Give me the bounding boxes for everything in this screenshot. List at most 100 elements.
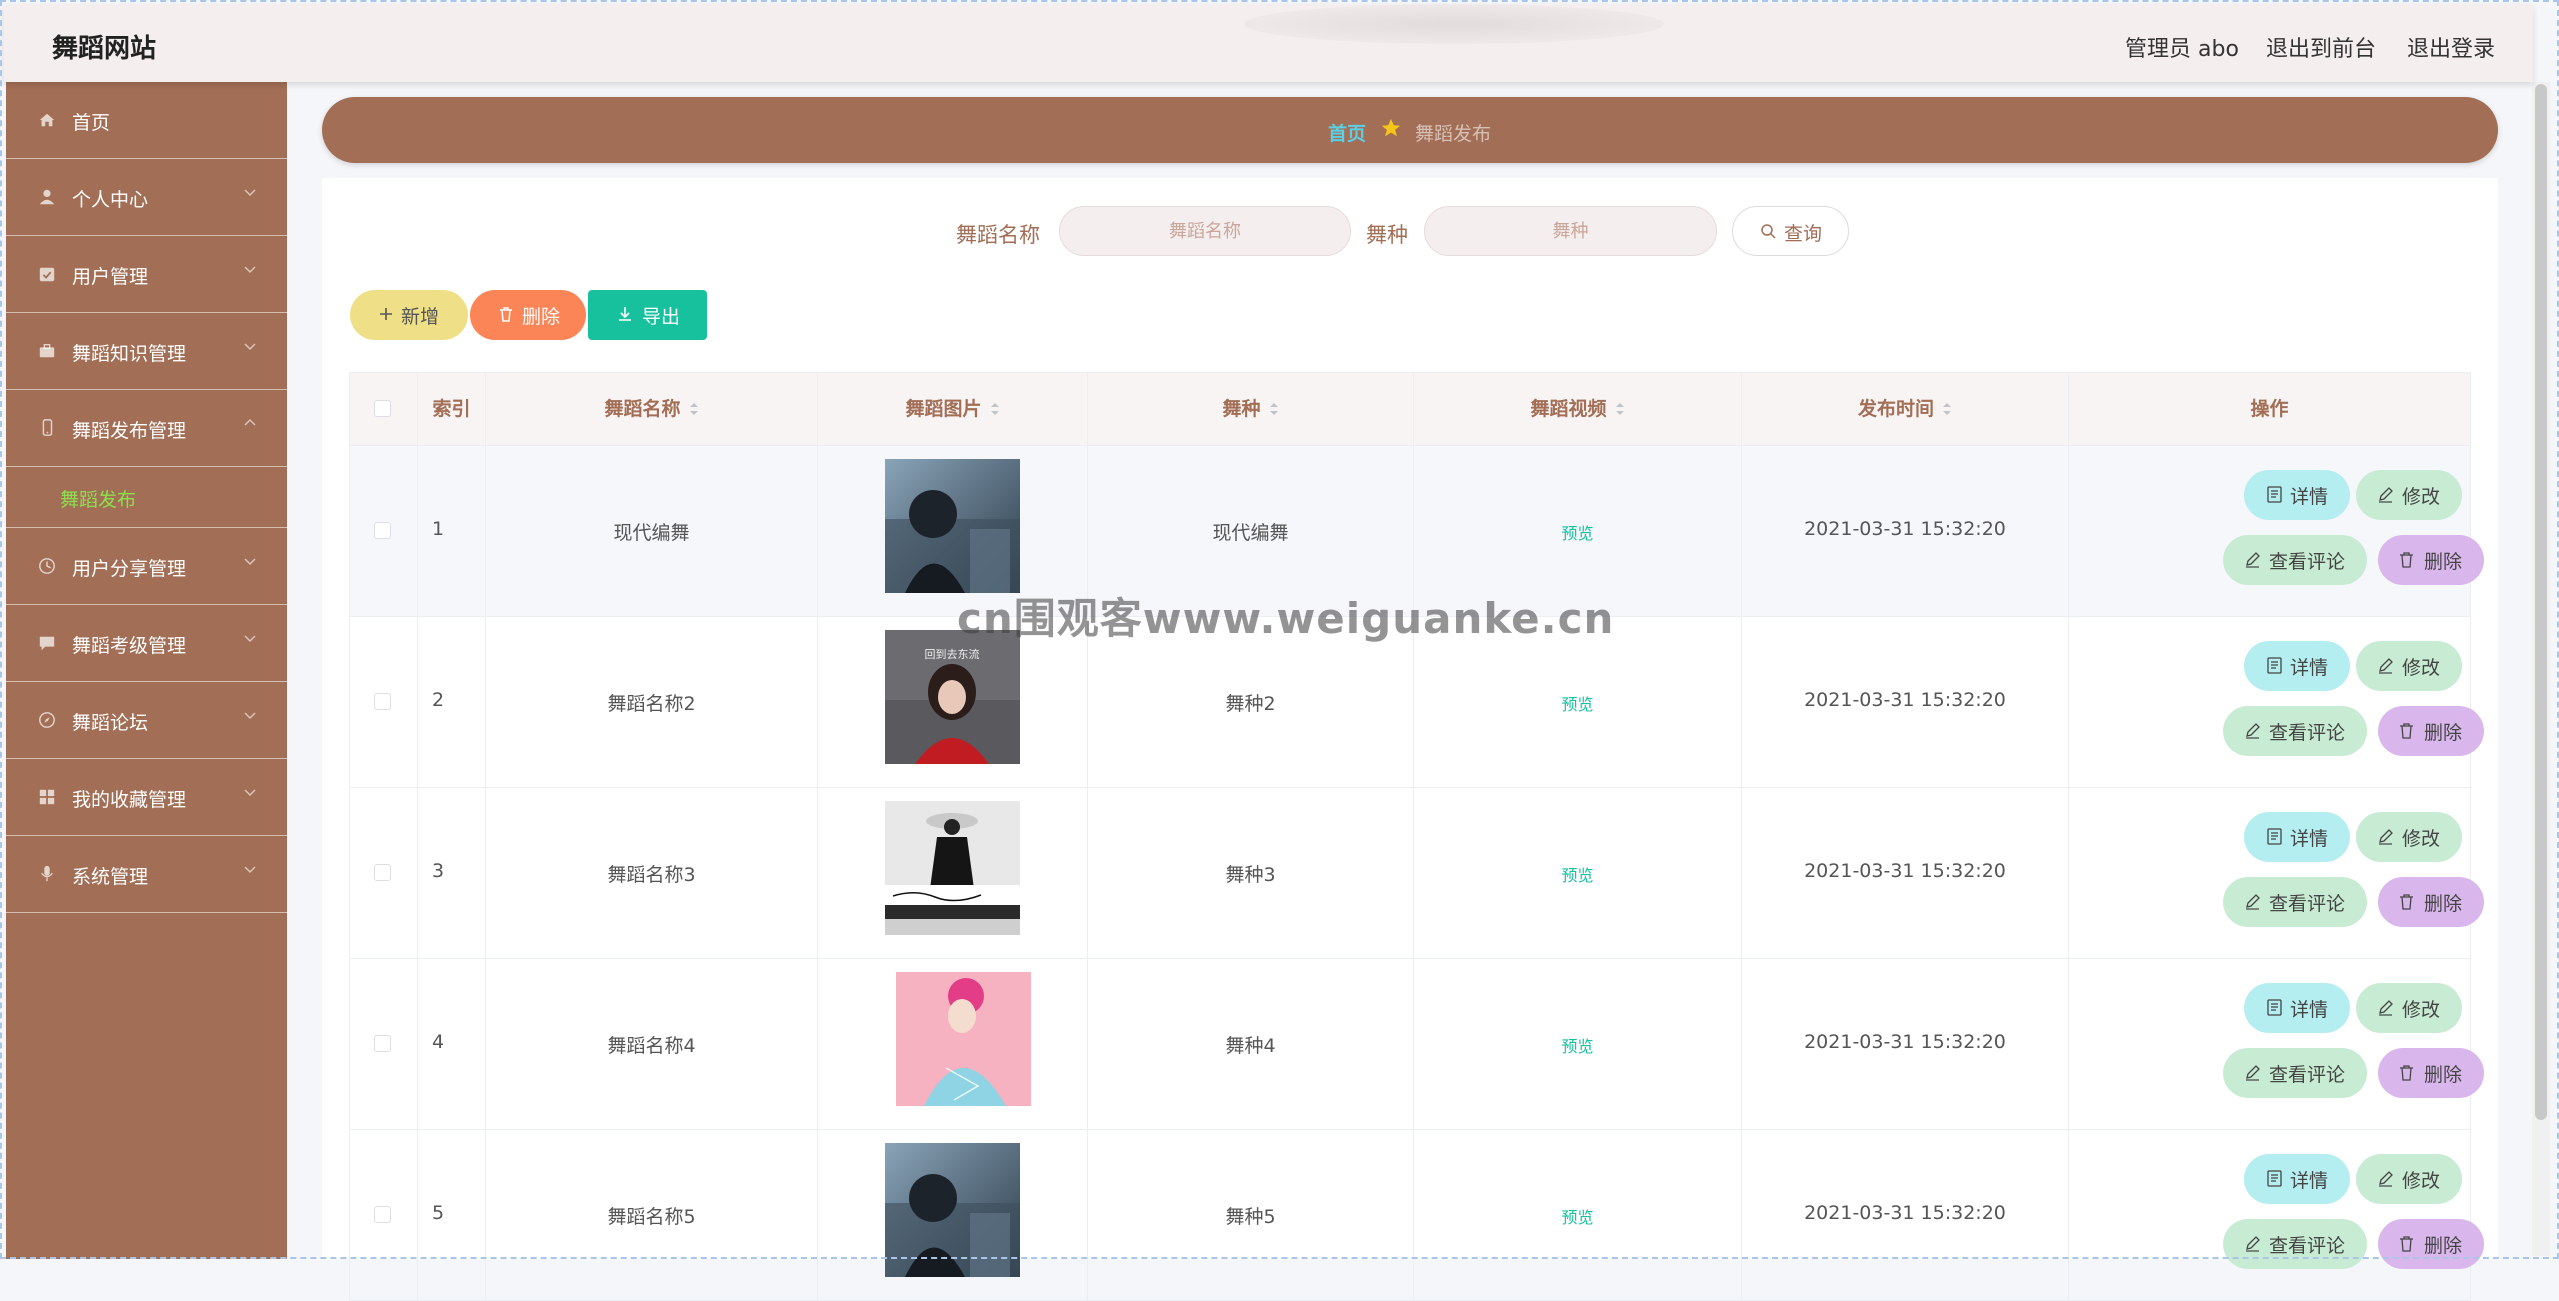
sidebar-item-label: 用户分享管理 [72,558,187,580]
dance-image[interactable] [885,801,1020,935]
breadcrumb-home-link[interactable]: 首页 [1328,119,1366,146]
video-preview-link[interactable]: 预览 [1414,691,1741,715]
row-checkbox[interactable] [374,693,391,710]
select-all-checkbox[interactable] [374,400,391,417]
dance-image[interactable] [885,459,1020,593]
view-comments-button[interactable]: 查看评论 [2223,877,2367,927]
detail-button[interactable]: 详情 [2244,641,2350,691]
image-cell [818,788,1088,958]
remove-button[interactable]: 删除 [2378,1219,2484,1269]
dance-name-input[interactable] [1059,206,1351,256]
detail-button[interactable]: 详情 [2244,983,2350,1033]
sidebar-item-personal-center[interactable]: 个人中心 [6,159,287,236]
sidebar: 首页 个人中心 用户管理 舞蹈知识管理 舞蹈发布管理 舞蹈发布 用户分享管理 舞… [6,82,287,1259]
export-button[interactable]: 导出 [588,290,707,340]
sidebar-item-label: 个人中心 [72,189,149,211]
query-button[interactable]: 查询 [1732,206,1849,256]
detail-button[interactable]: 详情 [2244,1154,2350,1204]
view-comments-button[interactable]: 查看评论 [2223,535,2367,585]
remove-button[interactable]: 删除 [2378,535,2484,585]
add-button[interactable]: 新增 [350,290,468,340]
sidebar-item-user-management[interactable]: 用户管理 [6,236,287,313]
trash-icon [2400,1065,2413,1081]
header-dance-image[interactable]: 舞蹈图片 [818,373,1088,445]
video-preview-link[interactable]: 预览 [1414,1033,1741,1057]
sidebar-item-dance-knowledge[interactable]: 舞蹈知识管理 [6,313,287,390]
breadcrumb-current: 舞蹈发布 [1415,123,1492,145]
logout-link[interactable]: 退出登录 [2407,31,2495,63]
sidebar-item-home[interactable]: 首页 [6,82,287,159]
plus-icon [380,308,392,320]
dance-name: 舞蹈名称5 [607,1206,696,1228]
watermark: cn围观客www.weiguanke.cn [957,594,1615,643]
edit-button[interactable]: 修改 [2356,812,2462,862]
header-dance-video[interactable]: 舞蹈视频 [1414,373,1742,445]
dance-image[interactable]: 回到去东流 [885,630,1020,764]
edit-button[interactable]: 修改 [2356,641,2462,691]
row-checkbox[interactable] [374,1035,391,1052]
sidebar-item-label: 用户管理 [72,266,149,288]
view-comments-button[interactable]: 查看评论 [2223,706,2367,756]
add-button-label: 新增 [401,306,440,328]
chevron-down-icon [244,343,256,351]
dance-image[interactable] [885,1143,1020,1277]
dance-type: 舞种4 [1225,1035,1276,1057]
publish-time: 2021-03-31 15:32:20 [1804,518,2006,540]
sidebar-item-my-favorites[interactable]: 我的收藏管理 [6,759,287,836]
table-row[interactable]: 3 舞蹈名称3 舞种3 预览 2021-03-31 15:32:20 详情 修改 查看评论 删除 [350,788,2484,959]
exit-to-front-link[interactable]: 退出到前台 [2266,31,2376,63]
row-index: 5 [432,1202,445,1224]
edit-icon [2246,723,2260,739]
remove-button[interactable]: 删除 [2378,1048,2484,1098]
sidebar-item-label: 系统管理 [72,866,149,888]
view-comments-button-label: 查看评论 [2269,893,2346,915]
edit-button[interactable]: 修改 [2356,470,2462,520]
submenu-item-dance-publish[interactable]: 舞蹈发布 [6,467,287,528]
video-preview-link[interactable]: 预览 [1414,520,1741,544]
scrollbar-thumb[interactable] [2535,84,2547,1120]
delete-button[interactable]: 删除 [470,290,586,340]
row-checkbox[interactable] [374,864,391,881]
name-cell: 舞蹈名称5 [486,1130,818,1300]
sidebar-item-user-share[interactable]: 用户分享管理 [6,528,287,605]
dance-image[interactable] [896,972,1031,1106]
admin-user-label[interactable]: 管理员 abo [2125,31,2239,63]
sidebar-item-system-management[interactable]: 系统管理 [6,836,287,913]
video-preview-link[interactable]: 预览 [1414,1204,1741,1228]
header-dance-image-label: 舞蹈图片 [905,398,982,420]
view-comments-button[interactable]: 查看评论 [2223,1219,2367,1269]
edit-button[interactable]: 修改 [2356,1154,2462,1204]
trash-icon [2400,1236,2413,1252]
row-index: 1 [432,518,445,540]
edit-button[interactable]: 修改 [2356,983,2462,1033]
remove-button-label: 删除 [2424,551,2463,573]
detail-button-label: 详情 [2290,486,2329,508]
edit-icon [2379,1171,2393,1187]
row-checkbox[interactable] [374,1206,391,1223]
detail-button[interactable]: 详情 [2244,812,2350,862]
edit-icon [2379,658,2393,674]
table-row[interactable]: 5 舞蹈名称5 舞种5 预览 2021-03-31 15:32:20 详情 修改 查看评论 删除 [350,1130,2484,1301]
dance-type-input[interactable] [1424,206,1717,256]
sort-icon [990,402,999,415]
table-header: 索引 舞蹈名称 舞蹈图片 舞种 舞蹈视频 发布时间 操作 [350,373,2470,446]
row-checkbox[interactable] [374,522,391,539]
dance-name-label: 舞蹈名称 [956,223,1040,247]
time-cell: 2021-03-31 15:32:20 [1742,959,2069,1129]
sidebar-item-dance-forum[interactable]: 舞蹈论坛 [6,682,287,759]
remove-button[interactable]: 删除 [2378,706,2484,756]
header-dance-type[interactable]: 舞种 [1088,373,1414,445]
sidebar-item-dance-publish-management[interactable]: 舞蹈发布管理 [6,390,287,467]
sidebar-item-dance-grading[interactable]: 舞蹈考级管理 [6,605,287,682]
video-preview-link[interactable]: 预览 [1414,862,1741,886]
header-dance-name[interactable]: 舞蹈名称 [486,373,818,445]
sort-icon [1269,402,1278,415]
user-icon [39,189,55,205]
view-comments-button[interactable]: 查看评论 [2223,1048,2367,1098]
table-row[interactable]: 4 舞蹈名称4 舞种4 预览 2021-03-31 15:32:20 详情 修改 查看评论 删除 [350,959,2484,1130]
operations-cell: 详情 修改查看评论 删除 [2069,959,2484,1129]
document-icon [2267,486,2282,503]
remove-button[interactable]: 删除 [2378,877,2484,927]
header-publish-time[interactable]: 发布时间 [1742,373,2069,445]
detail-button[interactable]: 详情 [2244,470,2350,520]
